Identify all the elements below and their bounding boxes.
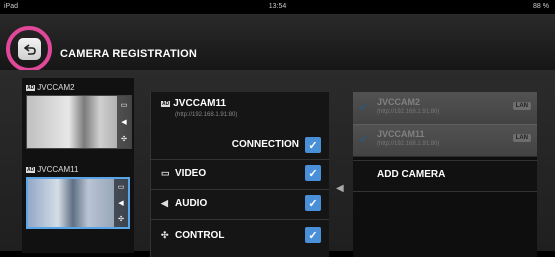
camera-thumbnail-selected[interactable]: ▭ ◀ ✣: [26, 177, 130, 229]
divider: [151, 189, 329, 190]
control-icon: ✣: [161, 229, 169, 240]
camera-name: JVCCAM2: [37, 83, 75, 92]
page-title: CAMERA REGISTRATION: [60, 48, 198, 60]
registered-camera-panel: ✓ JVCCAM2 (http://192.168.1.91:80) LAN ✓…: [353, 92, 537, 257]
lan-badge: LAN: [512, 102, 531, 110]
divider: [151, 219, 329, 220]
control-checkbox[interactable]: ✓: [305, 227, 321, 243]
camera-name: JVCCAM11: [173, 98, 227, 109]
battery-indicator: 88 %: [533, 3, 549, 10]
connection-row[interactable]: CONNECTION ✓: [161, 134, 321, 156]
status-bar: iPad 13:54 88 %: [0, 0, 555, 14]
control-icon: ✣: [118, 216, 124, 223]
video-row[interactable]: ▭ VIDEO ✓: [161, 162, 321, 184]
camera-name: JVCCAM11: [377, 129, 425, 139]
divider: [151, 159, 329, 160]
connection-label: CONNECTION: [231, 139, 299, 150]
video-icon: ▭: [161, 167, 170, 178]
main-content: AD JVCCAM2 ▭ ◀ ✣ AD JVCCAM11 ▭ ◀ ✣ AD JV…: [0, 70, 555, 257]
ad-badge: AD: [161, 100, 171, 107]
control-label: CONTROL: [175, 229, 225, 241]
ad-badge: AD: [26, 84, 36, 91]
speaker-icon: ◀: [118, 200, 124, 207]
connection-checkbox[interactable]: ✓: [305, 137, 321, 153]
speaker-icon: ◀: [121, 118, 127, 126]
camera-item[interactable]: AD JVCCAM11 ▭ ◀ ✣: [26, 164, 130, 229]
camera-name: JVCCAM2: [377, 97, 421, 107]
camera-url: (http://192.168.1.91:80): [377, 109, 440, 115]
camera-item[interactable]: AD JVCCAM2 ▭ ◀ ✣: [26, 82, 132, 149]
lan-badge: LAN: [512, 134, 531, 142]
control-icon: ✣: [121, 136, 127, 144]
video-checkbox[interactable]: ✓: [305, 165, 321, 181]
audio-checkbox[interactable]: ✓: [305, 195, 321, 211]
camera-settings-panel: AD JVCCAM11 (http://192.168.1.91:80) CON…: [150, 92, 329, 257]
camera-url: (http://192.168.1.91:80): [377, 141, 440, 147]
audio-row[interactable]: ◀ AUDIO ✓: [161, 192, 321, 214]
control-row[interactable]: ✣ CONTROL ✓: [161, 224, 321, 246]
add-camera-label: ADD CAMERA: [377, 169, 446, 180]
speaker-icon: ◀: [161, 197, 168, 208]
arrow-left-icon: ◀: [336, 183, 344, 194]
check-icon: ✓: [359, 100, 370, 114]
camera-name: JVCCAM11: [37, 165, 79, 174]
camera-thumbnail[interactable]: ▭ ◀ ✣: [26, 95, 132, 149]
title-bar: CAMERA REGISTRATION: [0, 14, 555, 72]
video-icon: ▭: [120, 101, 128, 109]
video-label: VIDEO: [175, 167, 207, 179]
video-icon: ▭: [117, 184, 125, 191]
clock: 13:54: [268, 3, 287, 10]
audio-label: AUDIO: [175, 197, 208, 209]
back-arrow-icon: [23, 43, 36, 55]
registered-camera-item[interactable]: ✓ JVCCAM11 (http://192.168.1.91:80) LAN: [353, 124, 537, 157]
back-button[interactable]: [18, 38, 41, 60]
add-camera-button[interactable]: ADD CAMERA: [353, 160, 537, 192]
check-icon: ✓: [359, 132, 370, 146]
camera-url: (http://192.168.1.91:80): [175, 112, 238, 118]
registered-camera-item[interactable]: ✓ JVCCAM2 (http://192.168.1.91:80) LAN: [353, 92, 537, 125]
ad-badge: AD: [26, 166, 36, 173]
camera-list[interactable]: AD JVCCAM2 ▭ ◀ ✣ AD JVCCAM11 ▭ ◀ ✣: [22, 78, 134, 253]
